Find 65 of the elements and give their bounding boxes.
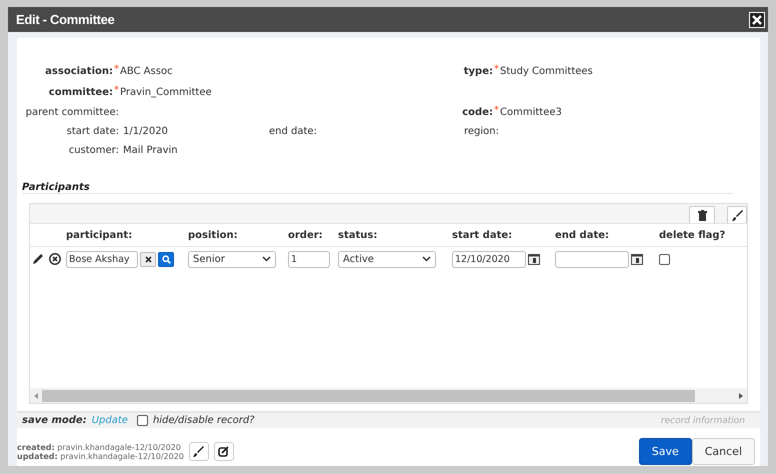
audit-line: updated: pravin.khandagale-12/10/2020: [17, 452, 184, 460]
search-icon: [162, 254, 170, 264]
scroll-right-icon[interactable]: [739, 392, 743, 398]
required-mark: *: [114, 86, 119, 94]
cancel-button[interactable]: Cancel: [692, 438, 755, 465]
end-date-field[interactable]: [555, 250, 629, 268]
position-select[interactable]: Senior: [188, 250, 276, 268]
field-value: Pravin_Committee: [119, 86, 213, 98]
field-value: ABC Assoc: [119, 66, 174, 77]
column-header: end date:: [555, 230, 610, 240]
save-button[interactable]: Save: [638, 438, 692, 465]
clear-button[interactable]: [140, 252, 156, 266]
horizontal-scrollbar[interactable]: [30, 388, 747, 403]
field-value: Mail Pravin: [122, 145, 179, 156]
close-button[interactable]: [749, 12, 765, 28]
trash-icon: [698, 210, 706, 220]
field-label: start date:: [66, 126, 119, 137]
participant-field[interactable]: Bose Akshay: [66, 250, 138, 268]
field-label: committee:: [48, 86, 113, 98]
clear-button[interactable]: [727, 206, 747, 223]
column-header: delete flag?: [659, 230, 726, 240]
caret-icon: [262, 256, 271, 262]
column-header: order:: [288, 230, 324, 240]
required-mark: *: [494, 66, 499, 74]
field-label: region:: [464, 126, 499, 137]
column-header: position:: [188, 230, 239, 240]
close-icon: [752, 14, 762, 24]
brush-button[interactable]: [188, 442, 209, 461]
field-value: Study Committees: [499, 66, 594, 77]
column-header: participant:: [66, 230, 134, 240]
field-value: Committee3: [499, 107, 563, 118]
delete-button[interactable]: [689, 206, 715, 223]
field-label: association:: [45, 66, 113, 77]
required-mark: *: [114, 66, 119, 74]
search-button[interactable]: [158, 252, 174, 266]
status-select[interactable]: Active: [338, 250, 436, 268]
field-label: type:: [464, 66, 493, 77]
hide-record-checkbox[interactable]: [136, 415, 148, 426]
delete-flag-checkbox[interactable]: [659, 254, 670, 264]
field-value: 1/1/2020: [122, 126, 169, 137]
hide-record-label: hide/disable record?: [152, 415, 254, 426]
field-label: end date:: [269, 126, 317, 137]
section-title: Participants: [22, 182, 90, 193]
pencil-icon[interactable]: [32, 253, 44, 265]
close-icon: [144, 256, 152, 262]
audit-line: created: pravin.khandagale-12/10/2020: [17, 442, 182, 452]
order-field[interactable]: 1: [288, 250, 330, 268]
start-date-field[interactable]: 12/10/2020: [452, 250, 526, 268]
required-mark: *: [494, 107, 499, 115]
save-mode-label: save mode:: [22, 415, 87, 426]
edit-icon: [218, 446, 230, 457]
remove-icon[interactable]: [49, 253, 61, 265]
calendar-icon[interactable]: [631, 253, 643, 265]
column-header: status:: [338, 230, 378, 240]
field-label: parent committee:: [26, 107, 119, 118]
record-information-label: record information: [660, 416, 746, 426]
column-header: start date:: [452, 230, 514, 240]
calendar-icon[interactable]: [528, 253, 540, 265]
brush-icon: [732, 210, 742, 220]
dialog-title: Edit - Committee: [16, 12, 114, 27]
field-label: customer:: [68, 145, 119, 156]
field-label: code:: [462, 107, 493, 118]
caret-icon: [422, 256, 431, 262]
brush-icon: [193, 446, 204, 457]
edit-button[interactable]: [214, 442, 234, 461]
